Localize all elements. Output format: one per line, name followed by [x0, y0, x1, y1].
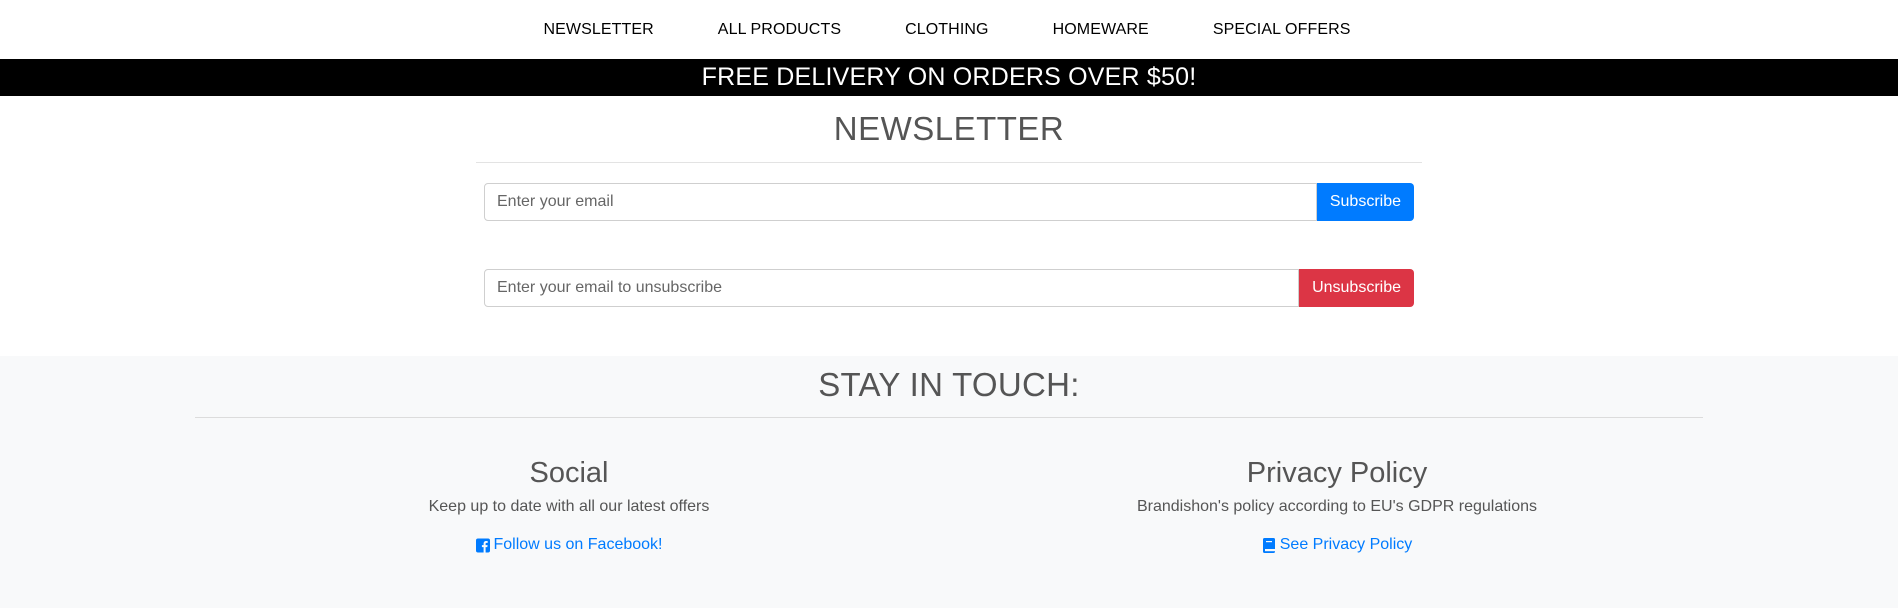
facebook-link[interactable]: Follow us on Facebook!	[475, 536, 663, 554]
social-description: Keep up to date with all our latest offe…	[428, 498, 710, 515]
unsubscribe-form: Unsubscribe	[484, 269, 1414, 307]
nav-link-newsletter[interactable]: NEWSLETTER	[543, 21, 653, 38]
nav-link-homeware[interactable]: HOMEWARE	[1053, 21, 1149, 38]
footer-title: STAY IN TOUCH:	[818, 366, 1080, 403]
nav-menu: NEWSLETTER ALL PRODUCTS CLOTHING HOMEWAR…	[511, 21, 1382, 39]
book-icon	[1262, 537, 1275, 553]
nav-item-homeware: HOMEWARE	[1021, 21, 1181, 39]
banner-text: FREE DELIVERY ON ORDERS OVER $50!	[701, 63, 1197, 91]
newsletter-divider	[476, 162, 1422, 163]
free-delivery-banner: FREE DELIVERY ON ORDERS OVER $50!	[0, 59, 1898, 96]
social-column: Social Keep up to date with all our late…	[269, 456, 869, 558]
nav-item-special-offers: SPECIAL OFFERS	[1181, 21, 1383, 39]
footer: STAY IN TOUCH: Social Keep up to date wi…	[0, 356, 1898, 608]
unsubscribe-button[interactable]: Unsubscribe	[1299, 269, 1414, 307]
subscribe-button[interactable]: Subscribe	[1316, 183, 1414, 221]
newsletter-title: NEWSLETTER	[833, 110, 1065, 147]
nav-item-newsletter: NEWSLETTER	[511, 21, 685, 39]
newsletter-section: NEWSLETTER Subscribe Unsubscribe	[476, 96, 1422, 307]
top-navigation: NEWSLETTER ALL PRODUCTS CLOTHING HOMEWAR…	[0, 0, 1898, 59]
subscribe-email-input[interactable]	[484, 183, 1317, 221]
nav-item-clothing: CLOTHING	[873, 21, 1020, 39]
facebook-square-icon	[475, 538, 490, 552]
nav-link-clothing[interactable]: CLOTHING	[905, 21, 988, 38]
privacy-heading: Privacy Policy	[1246, 457, 1428, 489]
privacy-column: Privacy Policy Brandishon's policy accor…	[1037, 456, 1637, 558]
unsubscribe-email-input[interactable]	[484, 269, 1300, 307]
subscribe-form: Subscribe	[484, 183, 1414, 221]
nav-link-all-products[interactable]: ALL PRODUCTS	[718, 21, 841, 38]
social-heading: Social	[529, 457, 609, 489]
footer-columns: Social Keep up to date with all our late…	[0, 418, 1898, 578]
privacy-description: Brandishon's policy according to EU's GD…	[1136, 498, 1538, 515]
privacy-policy-link-label: See Privacy Policy	[1279, 536, 1413, 553]
privacy-policy-link[interactable]: See Privacy Policy	[1262, 536, 1413, 554]
facebook-link-label: Follow us on Facebook!	[493, 536, 663, 553]
nav-item-all-products: ALL PRODUCTS	[686, 21, 873, 39]
nav-link-special-offers[interactable]: SPECIAL OFFERS	[1213, 21, 1351, 38]
